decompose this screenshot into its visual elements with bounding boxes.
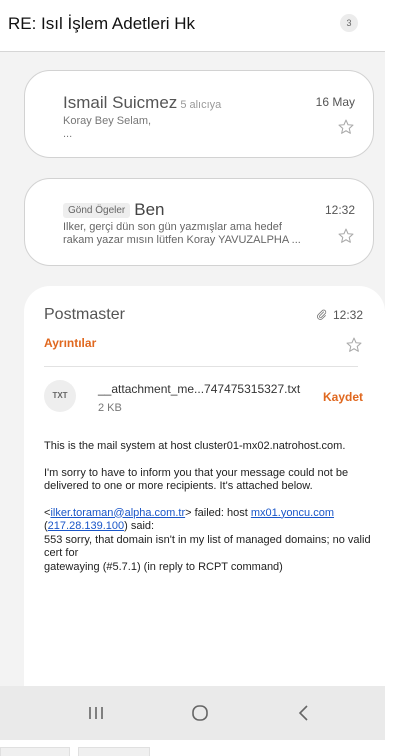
recipient-count: 5 alıcıya [180, 99, 222, 111]
star-icon[interactable] [345, 336, 363, 354]
body-text: gatewaying (#5.7.1) (in reply to RCPT co… [44, 560, 283, 573]
snippet-line: rakam yazar mısın lütfen Koray YAVUZALPH… [63, 234, 301, 246]
body-paragraph: This is the mail system at host cluster0… [44, 440, 346, 452]
message-date: 16 May [315, 95, 355, 109]
message-count-badge: 3 [340, 14, 358, 32]
recent-apps-icon[interactable] [84, 701, 108, 725]
snippet-line: Koray Bey Selam, [63, 115, 152, 127]
message-date: 12:32 [324, 203, 355, 217]
sender-name: Ismail Suicmez [63, 93, 178, 112]
details-link[interactable]: Ayrıntılar [44, 336, 96, 350]
strip-tab [78, 747, 150, 756]
thread-title: RE: Isıl İşlem Adetleri Hk [8, 14, 196, 33]
body-text: ) said: [124, 520, 155, 532]
paperclip-icon [317, 309, 327, 320]
home-icon[interactable] [188, 701, 212, 725]
body-paragraph: <ilker.toraman@alpha.com.tr> failed: hos… [44, 506, 371, 573]
body-text: 553 sorry, that domain isn't in my list … [44, 533, 371, 560]
sent-items-chip: Gönd Ögeler [63, 203, 131, 218]
host-link[interactable]: mx01.yoncu.com [251, 507, 334, 519]
back-icon[interactable] [292, 701, 316, 725]
message-snippet: Koray Bey Selam, ... [63, 115, 303, 141]
txt-file-icon: TXT [44, 380, 76, 412]
message-body: This is the mail system at host cluster0… [44, 440, 372, 587]
snippet-line: ... [63, 128, 73, 140]
divider [44, 366, 358, 367]
email-link[interactable]: ilker.toraman@alpha.com.tr [50, 507, 185, 519]
attachment-size: 2 KB [98, 402, 122, 414]
system-navigation-bar [0, 686, 385, 740]
sender-name: Ben [134, 200, 165, 219]
open-message: Postmaster 12:32 Ayrıntılar TXT __attach… [24, 286, 385, 706]
bottom-strip [0, 744, 418, 756]
message-card[interactable]: Ismail Suicmez 5 alıcıya 16 May Koray Bey… [24, 70, 374, 158]
save-attachment-button[interactable]: Kaydet [323, 390, 363, 404]
message-snippet: Ilker, gerçi dün son gün yazmışlar ama h… [63, 221, 303, 247]
mail-thread-screen: RE: Isıl İşlem Adetleri Hk 3 Ismail Suic… [0, 0, 385, 740]
message-card[interactable]: Gönd Ögeler Ben 12:32 Ilker, gerçi dün so… [24, 178, 374, 266]
thread-header: RE: Isıl İşlem Adetleri Hk 3 [0, 0, 385, 52]
message-sender: Postmaster [44, 306, 125, 323]
message-time: 12:32 [316, 308, 363, 322]
body-text: > failed: host [185, 506, 251, 519]
attachment-name[interactable]: __attachment_me...747475315327.txt [98, 382, 300, 396]
star-icon[interactable] [337, 118, 355, 136]
snippet-line: Ilker, gerçi dün son gün yazmışlar ama h… [63, 221, 282, 233]
ip-link[interactable]: 217.28.139.100 [48, 520, 124, 532]
time-text: 12:32 [332, 308, 363, 322]
message-sender: Ismail Suicmez 5 alıcıya [63, 93, 221, 113]
star-icon[interactable] [337, 227, 355, 245]
message-sender: Gönd Ögeler Ben [63, 200, 165, 220]
strip-tab [0, 747, 70, 756]
body-paragraph: I'm sorry to have to inform you that you… [44, 466, 349, 493]
